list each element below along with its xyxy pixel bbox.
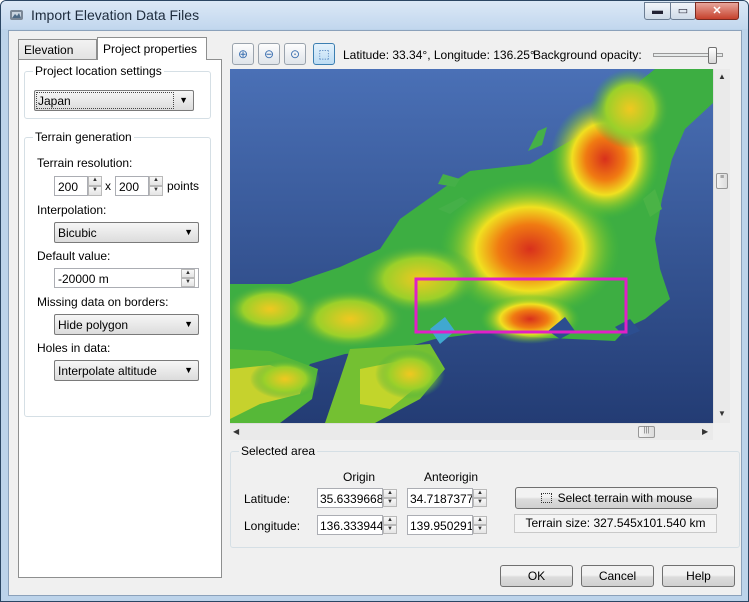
chevron-down-icon: ▼: [184, 227, 193, 237]
latitude-label: Latitude:: [244, 492, 291, 506]
scroll-left-icon[interactable]: ◀: [233, 427, 239, 436]
res-x-up-icon[interactable]: ▲: [88, 176, 102, 186]
location-group: Project location settings Japan ▼: [24, 64, 211, 119]
lat-origin-input[interactable]: 35.6339668: [317, 488, 383, 508]
lon-origin-input[interactable]: 136.333944: [317, 515, 383, 535]
map-toolbar: ⊕ ⊖ ⊙ ⬚ Latitude: 33.34°, Longitude: 136…: [229, 41, 739, 69]
missing-data-value: Hide polygon: [58, 318, 129, 332]
tab-elevation-data[interactable]: Elevation data: [18, 39, 97, 71]
select-zoom-icon[interactable]: ⬚: [313, 43, 335, 65]
title-bar[interactable]: Import Elevation Data Files ▬ ▭ ✕: [1, 1, 748, 29]
lon-anti-input[interactable]: 139.950291: [407, 515, 473, 535]
slider-thumb[interactable]: [708, 47, 717, 64]
holes-value: Interpolate altitude: [58, 364, 157, 378]
select-terrain-label: Select terrain with mouse: [557, 491, 693, 505]
location-combo[interactable]: Japan ▼: [34, 90, 194, 111]
cancel-button[interactable]: Cancel: [581, 565, 654, 587]
terrain-group-label: Terrain generation: [33, 130, 134, 144]
lon-anti-up-icon[interactable]: ▲: [473, 516, 487, 525]
terrain-size-readout: Terrain size: 327.545x101.540 km: [514, 514, 717, 533]
terrain-group: Terrain generation Terrain resolution: 2…: [24, 130, 211, 417]
tab-project-properties[interactable]: Project properties: [97, 37, 207, 60]
res-y-input[interactable]: 200: [115, 176, 149, 196]
lat-anti-up-icon[interactable]: ▲: [473, 489, 487, 498]
map-vertical-scrollbar[interactable]: ▲ ≡ ▼: [713, 69, 730, 423]
project-properties-panel: Project location settings Japan ▼ Terrai…: [18, 59, 222, 578]
resolution-label: Terrain resolution:: [37, 156, 133, 170]
background-opacity-label: Background opacity:: [533, 48, 642, 62]
holes-combo[interactable]: Interpolate altitude ▼: [54, 360, 199, 381]
lon-origin-down-icon[interactable]: ▼: [383, 525, 397, 534]
chevron-down-icon: ▼: [184, 365, 193, 375]
default-value-label: Default value:: [37, 249, 111, 263]
lat-origin-down-icon[interactable]: ▼: [383, 498, 397, 507]
anteorigin-header: Anteorigin: [424, 470, 479, 484]
origin-header: Origin: [343, 470, 376, 484]
map-horizontal-scrollbar[interactable]: ◀ ||| ▶: [230, 423, 713, 440]
focus-rect: [36, 92, 174, 109]
scroll-right-icon[interactable]: ▶: [702, 427, 708, 436]
lon-origin-up-icon[interactable]: ▲: [383, 516, 397, 525]
location-group-label: Project location settings: [33, 64, 164, 78]
interpolation-combo[interactable]: Bicubic ▼: [54, 222, 199, 243]
default-down-icon[interactable]: ▼: [181, 278, 195, 287]
selected-area-group: Selected area Origin Anteorigin Latitude…: [230, 444, 740, 548]
interpolation-value: Bicubic: [58, 226, 97, 240]
hscroll-thumb[interactable]: |||: [638, 426, 655, 438]
interpolation-label: Interpolation:: [37, 203, 107, 217]
ok-button[interactable]: OK: [500, 565, 573, 587]
default-up-icon[interactable]: ▲: [181, 269, 195, 278]
res-unit: points: [167, 179, 200, 193]
missing-data-label: Missing data on borders:: [37, 295, 169, 309]
background-opacity-slider[interactable]: [653, 47, 723, 64]
longitude-label: Longitude:: [244, 519, 301, 533]
res-y-up-icon[interactable]: ▲: [149, 176, 163, 186]
res-separator: x: [105, 179, 111, 193]
chevron-down-icon: ▼: [184, 319, 193, 329]
selected-area-label: Selected area: [239, 444, 318, 458]
zoom-out-icon[interactable]: ⊖: [258, 43, 280, 65]
chevron-down-icon: ▼: [179, 95, 188, 105]
import-dialog-window: Import Elevation Data Files ▬ ▭ ✕ Elevat…: [0, 0, 749, 602]
elevation-map[interactable]: [230, 69, 713, 423]
default-value-input[interactable]: -20000 m: [54, 268, 199, 288]
cursor-coordinates: Latitude: 33.34°, Longitude: 136.25°: [343, 48, 535, 62]
lon-anti-down-icon[interactable]: ▼: [473, 525, 487, 534]
res-x-input[interactable]: 200: [54, 176, 88, 196]
res-x-down-icon[interactable]: ▼: [88, 186, 102, 196]
terrain-image: [230, 69, 713, 423]
zoom-fit-icon[interactable]: ⊙: [284, 43, 306, 65]
res-y-down-icon[interactable]: ▼: [149, 186, 163, 196]
scroll-up-icon[interactable]: ▲: [718, 72, 726, 81]
lat-anti-input[interactable]: 34.7187377: [407, 488, 473, 508]
select-terrain-button[interactable]: Select terrain with mouse: [515, 487, 718, 509]
help-button[interactable]: Help: [662, 565, 735, 587]
scroll-down-icon[interactable]: ▼: [718, 409, 726, 418]
dialog-client: Elevation data Project properties Projec…: [8, 30, 742, 596]
zoom-in-icon[interactable]: ⊕: [232, 43, 254, 65]
close-button[interactable]: ✕: [695, 2, 739, 20]
minimize-button[interactable]: ▬: [644, 2, 671, 20]
missing-data-combo[interactable]: Hide polygon ▼: [54, 314, 199, 335]
maximize-button[interactable]: ▭: [670, 2, 696, 20]
select-rect-icon: [540, 493, 552, 503]
app-icon: [10, 10, 23, 20]
window-title: Import Elevation Data Files: [31, 7, 200, 23]
vscroll-thumb[interactable]: ≡: [716, 173, 728, 189]
lat-origin-up-icon[interactable]: ▲: [383, 489, 397, 498]
lat-anti-down-icon[interactable]: ▼: [473, 498, 487, 507]
holes-label: Holes in data:: [37, 341, 111, 355]
